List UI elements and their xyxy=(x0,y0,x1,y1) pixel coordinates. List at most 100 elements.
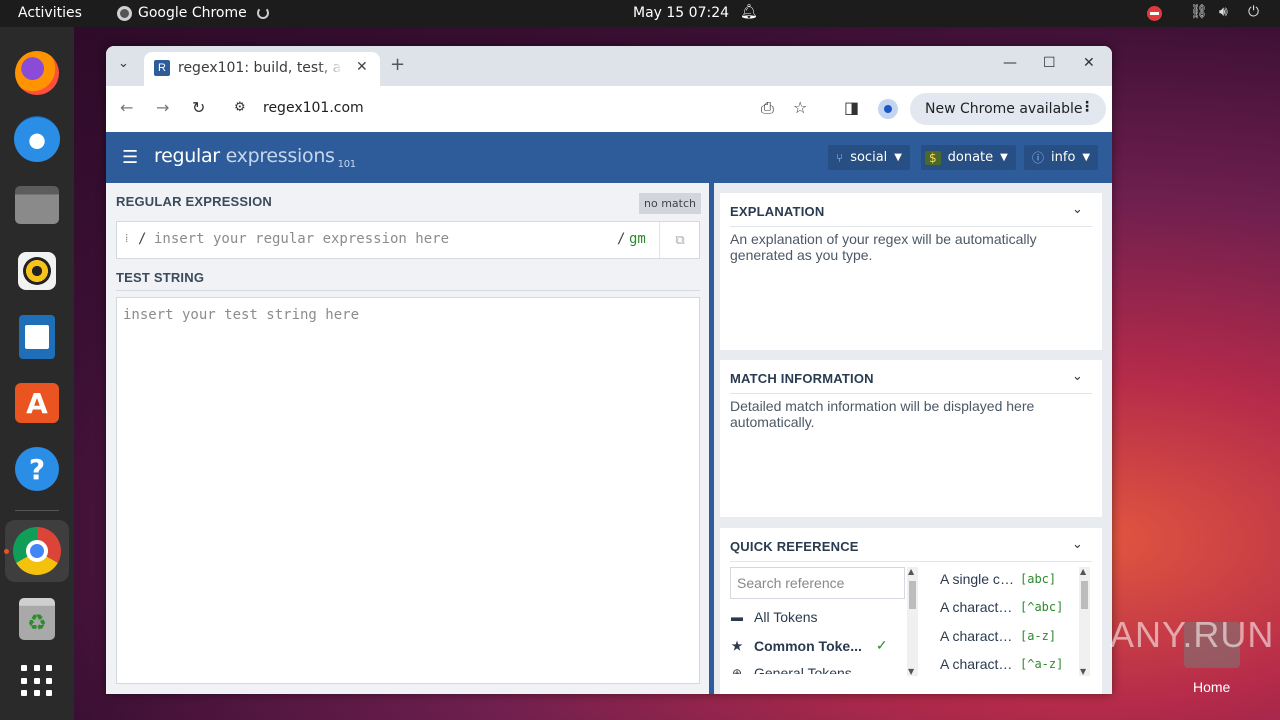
regex-placeholder: insert your regular expression here xyxy=(154,231,450,247)
back-arrow-icon[interactable]: ← xyxy=(120,98,133,117)
dock-trash[interactable]: ♻ xyxy=(13,595,61,643)
pane-splitter[interactable] xyxy=(709,183,714,694)
maximize-icon[interactable]: ☐ xyxy=(1043,55,1056,71)
token-pattern: [a-z] xyxy=(1020,629,1057,643)
dock-app-center[interactable]: A xyxy=(13,379,61,427)
match-status-badge: no match xyxy=(639,193,701,214)
token-description: A character not in the range xyxy=(940,656,1014,672)
bookmark-star-icon[interactable]: ☆ xyxy=(793,98,807,117)
help-icon: ? xyxy=(15,447,59,491)
scroll-up-icon[interactable]: ▲ xyxy=(1080,567,1086,576)
copy-icon[interactable]: ⧉ xyxy=(659,222,700,258)
firefox-icon xyxy=(15,51,59,95)
dock-help[interactable]: ? xyxy=(13,445,61,493)
social-button[interactable]: ⑂ social ▼ xyxy=(828,145,910,170)
search-reference-input[interactable]: Search reference xyxy=(730,567,905,599)
branch-icon: ⑂ xyxy=(836,150,844,165)
power-icon[interactable]: ⏻ xyxy=(1248,4,1259,20)
match-information-title: MATCH INFORMATION xyxy=(730,371,874,386)
tab-regex101[interactable]: R regex101: build, test, and debug regex… xyxy=(144,52,380,86)
test-string-title: TEST STRING xyxy=(116,270,205,285)
files-icon xyxy=(15,186,59,224)
explanation-title: EXPLANATION xyxy=(730,204,825,219)
token-description: A single character of xyxy=(940,571,1014,587)
scroll-thumb[interactable] xyxy=(909,581,916,609)
drag-handle-icon[interactable]: ⁞ xyxy=(125,231,128,246)
scroll-thumb[interactable] xyxy=(1081,581,1088,609)
clock[interactable]: May 15 07:24 xyxy=(633,5,729,21)
tab-close-icon[interactable]: ✕ xyxy=(356,59,368,75)
app-name: Google Chrome xyxy=(138,5,247,21)
app-menu[interactable]: Google Chrome xyxy=(117,5,269,21)
category-common-tokens[interactable]: ★ Common Toke... ✓ xyxy=(730,637,888,654)
checkmark-icon: ✓ xyxy=(875,637,888,653)
regex-flags[interactable]: gm xyxy=(629,231,646,247)
dock-separator xyxy=(15,510,59,511)
social-label: social xyxy=(850,150,888,165)
dock-files[interactable] xyxy=(13,181,61,229)
donate-button[interactable]: $ donate ▼ xyxy=(921,145,1016,170)
chevron-down-icon[interactable]: ⌄ xyxy=(1072,369,1083,384)
chevron-down-icon[interactable]: ⌄ xyxy=(1072,537,1083,552)
test-placeholder: insert your test string here xyxy=(123,307,360,323)
chevron-down-icon: ▼ xyxy=(1082,152,1091,163)
category-label: All Tokens xyxy=(754,609,818,625)
dock-rhythmbox[interactable] xyxy=(13,247,61,295)
close-window-icon[interactable]: ✕ xyxy=(1083,55,1095,71)
divider xyxy=(730,226,1092,227)
top-bar: Activities Google Chrome May 15 07:24 🔔︎… xyxy=(0,0,1280,27)
activities-button[interactable]: Activities xyxy=(18,5,82,21)
dollar-icon: $ xyxy=(925,150,941,165)
globe-icon: ⊕ xyxy=(731,666,743,674)
do-not-disturb-icon[interactable] xyxy=(1147,6,1162,21)
category-label: Common Toke... xyxy=(754,637,862,654)
star-icon: ★ xyxy=(731,638,743,653)
new-tab-plus-icon[interactable]: + xyxy=(390,54,405,75)
match-information-panel: MATCH INFORMATION ⌄ Detailed match infor… xyxy=(720,360,1102,517)
chrome-icon xyxy=(13,527,61,575)
regex-delimiter-close: / xyxy=(617,231,626,247)
match-information-text: Detailed match information will be displ… xyxy=(730,398,1035,430)
regex-input[interactable]: ⁞ / insert your regular expression here … xyxy=(116,221,700,259)
tab-strip: ⌄ R regex101: build, test, and debug reg… xyxy=(106,46,1112,86)
network-icon[interactable]: ⛓︎ xyxy=(1190,4,1208,20)
info-label: info xyxy=(1051,150,1076,165)
dock-chrome[interactable] xyxy=(5,520,69,582)
show-apps-button[interactable] xyxy=(13,657,61,705)
divider xyxy=(116,290,700,291)
token-pattern: [^abc] xyxy=(1020,600,1064,614)
scroll-down-icon[interactable]: ▼ xyxy=(908,667,914,676)
tab-search-chevron-down-icon[interactable]: ⌄ xyxy=(118,56,129,71)
chevron-down-icon[interactable]: ⌄ xyxy=(1072,202,1083,217)
anyrun-watermark: ANY.RUN xyxy=(1110,614,1275,655)
category-all-tokens[interactable]: ▬ All Tokens xyxy=(730,609,818,625)
minimize-icon[interactable]: — xyxy=(1003,55,1017,71)
category-general-tokens[interactable]: ⊕ General Tokens xyxy=(730,665,852,674)
dock-thunderbird[interactable] xyxy=(13,115,61,163)
scroll-down-icon[interactable]: ▼ xyxy=(1080,667,1086,676)
category-scrollbar[interactable]: ▲ ▼ xyxy=(907,567,918,676)
regex101-favicon-icon: R xyxy=(154,60,170,76)
bell-icon[interactable]: 🔔︎ xyxy=(740,4,758,20)
regex-section-title: REGULAR EXPRESSION xyxy=(116,194,273,209)
explanation-panel: EXPLANATION ⌄ An explanation of your reg… xyxy=(720,193,1102,350)
reload-icon[interactable]: ↻ xyxy=(192,98,205,117)
hamburger-menu-icon[interactable]: ☰ xyxy=(122,147,138,168)
volume-icon[interactable]: 🔊︎ xyxy=(1219,4,1228,20)
site-settings-icon[interactable]: ⚙ xyxy=(234,100,246,115)
browser-toolbar: ← → ↻ ⚙ regex101.com ⎙ ☆ ◨ New Chrome av… xyxy=(106,86,1112,132)
update-chrome-button[interactable]: New Chrome available ⋮ xyxy=(910,93,1106,125)
profile-avatar-icon[interactable] xyxy=(878,99,898,119)
scroll-up-icon[interactable]: ▲ xyxy=(908,567,914,576)
dock-firefox[interactable] xyxy=(13,49,61,97)
info-button[interactable]: ⓘ info ▼ xyxy=(1024,145,1099,170)
token-scrollbar[interactable]: ▲ ▼ xyxy=(1079,567,1090,676)
test-string-input[interactable]: insert your test string here xyxy=(116,297,700,684)
dock-writer[interactable] xyxy=(13,313,61,361)
install-app-icon[interactable]: ⎙ xyxy=(761,98,774,118)
divider xyxy=(730,561,1092,562)
side-panel-icon[interactable]: ◨ xyxy=(844,98,859,117)
regex101-logo[interactable]: regular expressions 101 xyxy=(154,145,356,170)
address-bar[interactable]: regex101.com xyxy=(263,100,364,116)
forward-arrow-icon[interactable]: → xyxy=(156,98,169,117)
